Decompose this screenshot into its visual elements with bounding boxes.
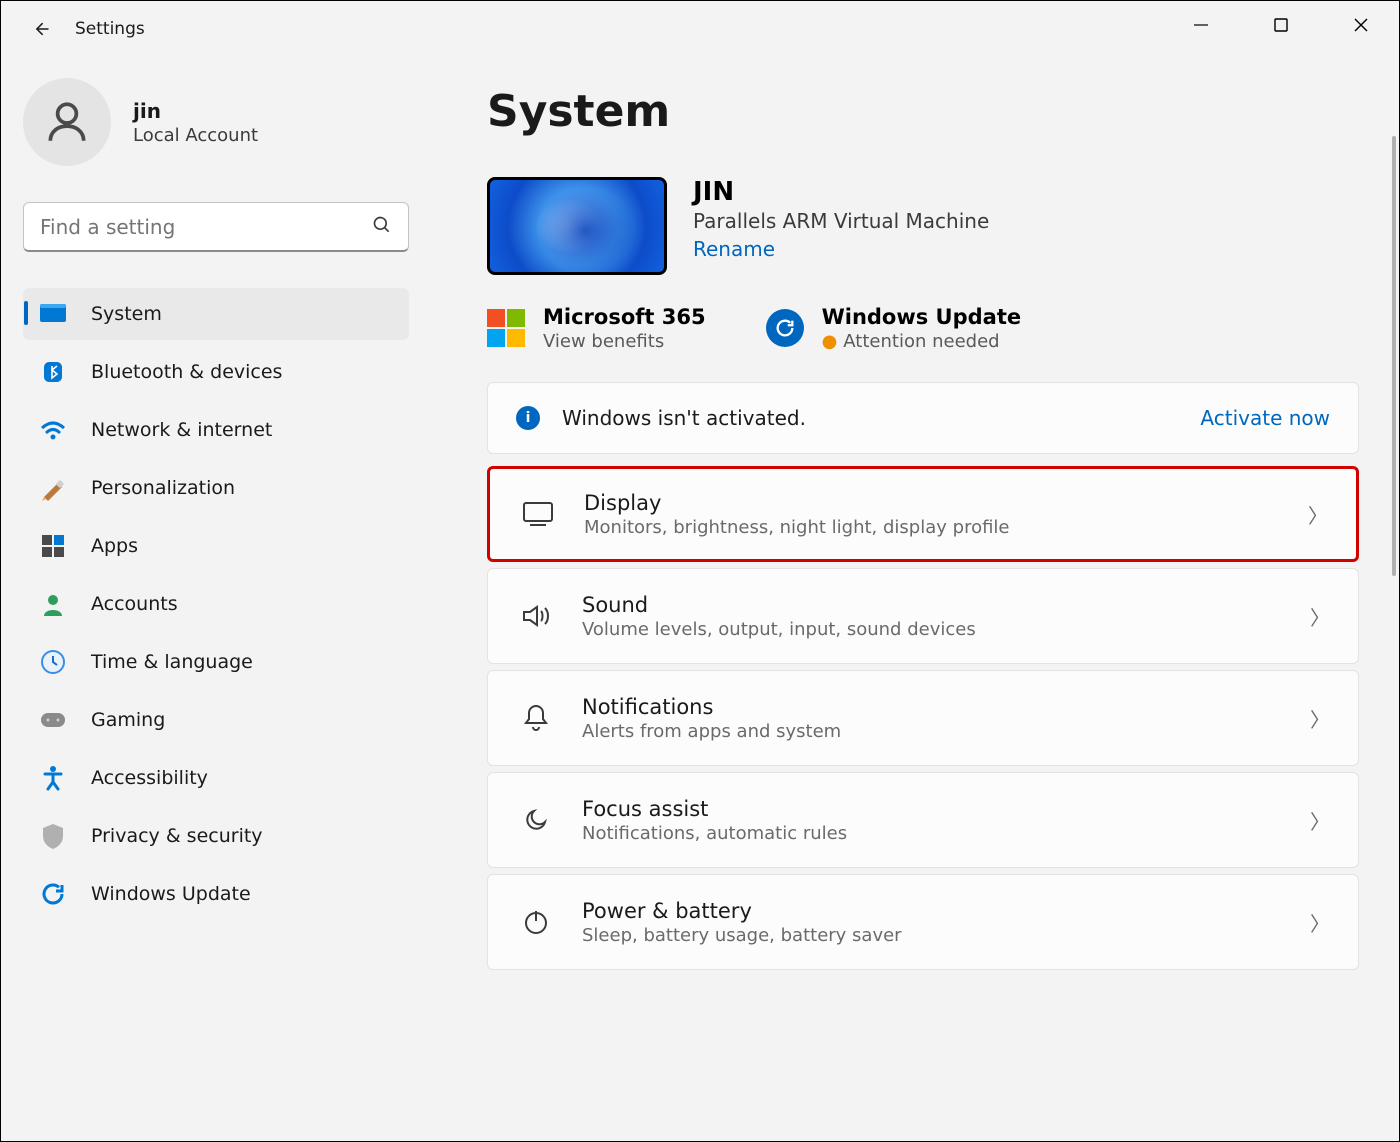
setting-title: Notifications (582, 695, 1310, 719)
accessibility-icon (39, 764, 67, 792)
main-panel: System JIN Parallels ARM Virtual Machine… (431, 56, 1399, 1141)
window-title: Settings (75, 19, 145, 39)
service-microsoft-365[interactable]: Microsoft 365 View benefits (487, 305, 706, 352)
chevron-right-icon: 〉 (1310, 704, 1330, 733)
chevron-right-icon: 〉 (1310, 908, 1330, 937)
nav-item-network[interactable]: Network & internet (23, 404, 409, 456)
nav-label: Network & internet (91, 419, 272, 441)
setting-subtitle: Monitors, brightness, night light, displ… (584, 517, 1308, 538)
display-icon (518, 501, 558, 527)
nav-label: Time & language (91, 651, 253, 673)
user-subtitle: Local Account (133, 125, 258, 146)
chevron-right-icon: 〉 (1308, 500, 1328, 529)
caption-controls (1181, 7, 1381, 43)
sync-icon (766, 309, 804, 347)
nav-label: Accessibility (91, 767, 208, 789)
setting-display[interactable]: Display Monitors, brightness, night ligh… (487, 466, 1359, 562)
nav-label: System (91, 303, 162, 325)
time-icon (39, 648, 67, 676)
sidebar: jin Local Account System Bluetooth & dev… (1, 56, 431, 1141)
nav-item-bluetooth[interactable]: Bluetooth & devices (23, 346, 409, 398)
user-name: jin (133, 99, 258, 123)
service-windows-update[interactable]: Windows Update ●Attention needed (766, 305, 1022, 352)
power-icon (516, 908, 556, 936)
search-input[interactable] (40, 215, 372, 239)
setting-title: Focus assist (582, 797, 1310, 821)
info-icon: i (516, 406, 540, 430)
banner-text: Windows isn't activated. (562, 406, 1200, 430)
microsoft-logo-icon (487, 309, 525, 347)
nav-label: Gaming (91, 709, 165, 731)
system-icon (39, 300, 67, 328)
notifications-icon (516, 703, 556, 733)
setting-sound[interactable]: Sound Volume levels, output, input, soun… (487, 568, 1359, 664)
nav-item-time[interactable]: Time & language (23, 636, 409, 688)
setting-subtitle: Volume levels, output, input, sound devi… (582, 619, 1310, 640)
nav-label: Apps (91, 535, 138, 557)
nav-label: Windows Update (91, 883, 251, 905)
service-subtitle: ●Attention needed (822, 331, 1022, 352)
focus-assist-icon (516, 806, 556, 834)
minimize-button[interactable] (1181, 7, 1221, 43)
sound-icon (516, 603, 556, 629)
activation-banner: i Windows isn't activated. Activate now (487, 382, 1359, 454)
accounts-icon (39, 590, 67, 618)
nav-item-personalization[interactable]: Personalization (23, 462, 409, 514)
nav-label: Privacy & security (91, 825, 263, 847)
back-button[interactable] (23, 11, 59, 47)
nav-label: Bluetooth & devices (91, 361, 282, 383)
bluetooth-icon (39, 358, 67, 386)
nav-item-accessibility[interactable]: Accessibility (23, 752, 409, 804)
setting-notifications[interactable]: Notifications Alerts from apps and syste… (487, 670, 1359, 766)
nav-item-accounts[interactable]: Accounts (23, 578, 409, 630)
avatar (23, 78, 111, 166)
setting-title: Display (584, 491, 1308, 515)
scrollbar[interactable] (1392, 136, 1396, 576)
device-name: JIN (693, 177, 989, 207)
update-icon (39, 880, 67, 908)
gaming-icon (39, 706, 67, 734)
user-block[interactable]: jin Local Account (23, 78, 409, 166)
service-title: Windows Update (822, 305, 1022, 329)
privacy-icon (39, 822, 67, 850)
nav-item-windows-update[interactable]: Windows Update (23, 868, 409, 920)
close-button[interactable] (1341, 7, 1381, 43)
network-icon (39, 416, 67, 444)
rename-link[interactable]: Rename (693, 237, 989, 261)
service-title: Microsoft 365 (543, 305, 706, 329)
nav-list: System Bluetooth & devices Network & int… (23, 288, 409, 920)
setting-subtitle: Alerts from apps and system (582, 721, 1310, 742)
maximize-button[interactable] (1261, 7, 1301, 43)
setting-subtitle: Notifications, automatic rules (582, 823, 1310, 844)
services-row: Microsoft 365 View benefits Windows Upda… (487, 305, 1359, 352)
nav-item-apps[interactable]: Apps (23, 520, 409, 572)
setting-title: Power & battery (582, 899, 1310, 923)
service-subtitle: View benefits (543, 331, 706, 352)
device-row: JIN Parallels ARM Virtual Machine Rename (487, 177, 1359, 275)
apps-icon (39, 532, 67, 560)
chevron-right-icon: 〉 (1310, 602, 1330, 631)
nav-item-privacy[interactable]: Privacy & security (23, 810, 409, 862)
nav-item-gaming[interactable]: Gaming (23, 694, 409, 746)
device-description: Parallels ARM Virtual Machine (693, 209, 989, 233)
search-box[interactable] (23, 202, 409, 252)
personalization-icon (39, 474, 67, 502)
chevron-right-icon: 〉 (1310, 806, 1330, 835)
setting-subtitle: Sleep, battery usage, battery saver (582, 925, 1310, 946)
nav-label: Accounts (91, 593, 178, 615)
nav-item-system[interactable]: System (23, 288, 409, 340)
search-icon (372, 215, 392, 239)
page-heading: System (487, 86, 1359, 137)
nav-label: Personalization (91, 477, 235, 499)
setting-power-battery[interactable]: Power & battery Sleep, battery usage, ba… (487, 874, 1359, 970)
device-thumbnail (487, 177, 667, 275)
setting-title: Sound (582, 593, 1310, 617)
setting-focus-assist[interactable]: Focus assist Notifications, automatic ru… (487, 772, 1359, 868)
activate-now-link[interactable]: Activate now (1200, 406, 1330, 430)
